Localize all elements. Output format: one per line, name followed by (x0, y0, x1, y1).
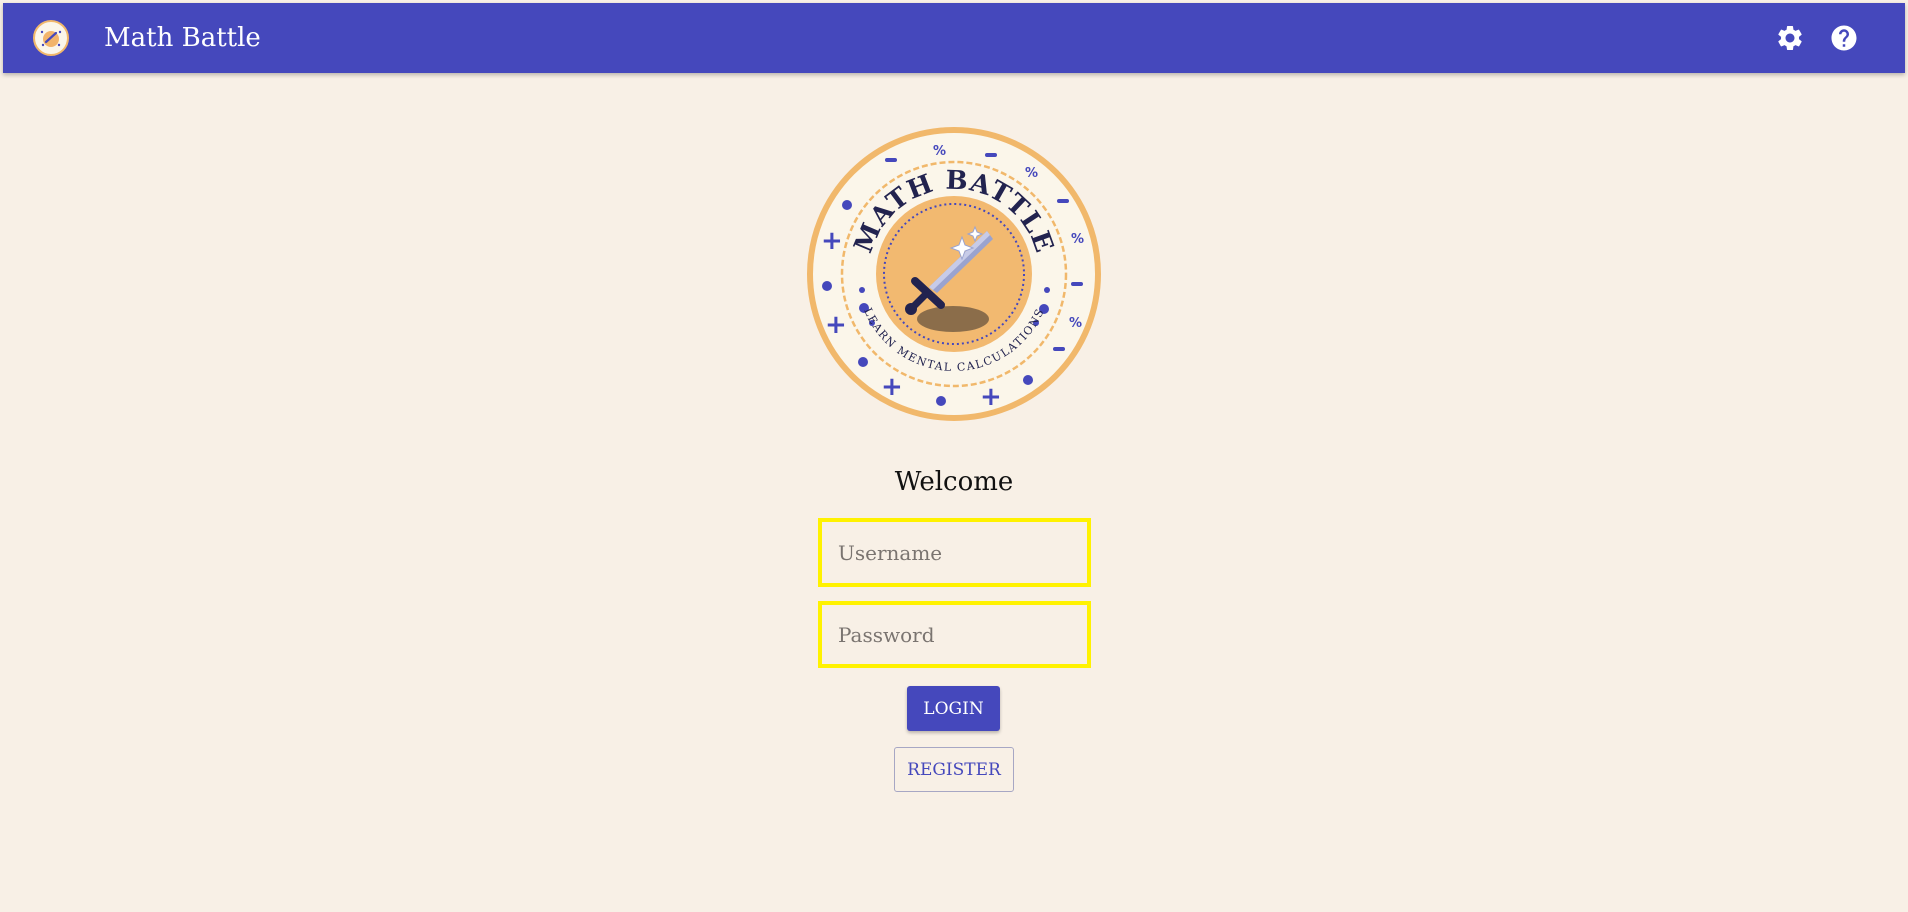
question-mark-icon[interactable] (1829, 23, 1859, 53)
welcome-heading: Welcome (894, 467, 1014, 497)
register-button[interactable]: REGISTER (894, 747, 1014, 792)
svg-text:%: % (1025, 166, 1038, 181)
password-input[interactable] (818, 601, 1091, 668)
app-title: Math Battle (104, 23, 261, 53)
svg-text:%: % (1071, 232, 1084, 247)
svg-text:+: + (881, 372, 903, 402)
svg-text:+: + (825, 310, 847, 340)
gear-icon[interactable] (1775, 23, 1805, 53)
svg-text:%: % (1069, 316, 1082, 331)
svg-text:+: + (980, 382, 1002, 412)
username-input[interactable] (818, 518, 1091, 587)
login-button[interactable]: LOGIN (907, 686, 1000, 731)
svg-text:%: % (933, 144, 946, 159)
app-bar: Math Battle (3, 3, 1905, 73)
math-battle-emblem: % % % % + + + + MATH BATTLE LEARN MENTAL… (807, 127, 1101, 421)
math-battle-logo-icon[interactable] (33, 20, 69, 56)
svg-text:+: + (821, 226, 843, 256)
